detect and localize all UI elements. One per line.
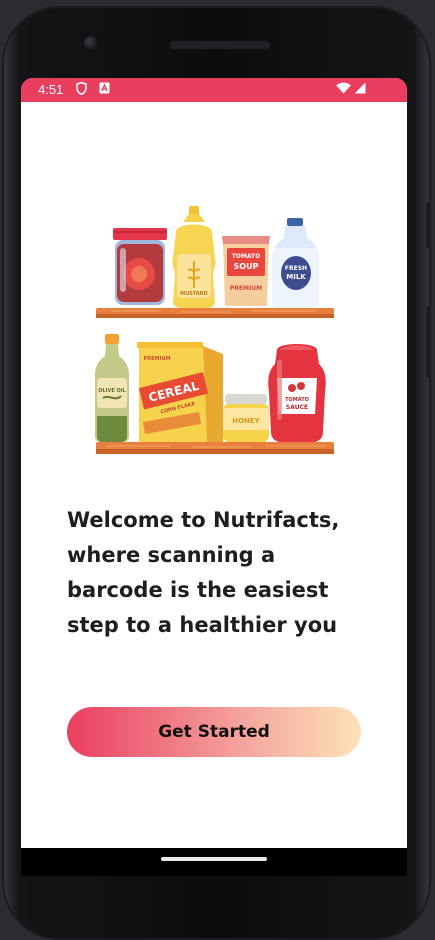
- svg-text:TOMATO: TOMATO: [232, 253, 261, 260]
- svg-text:MILK: MILK: [286, 273, 306, 281]
- power-button[interactable]: [426, 202, 431, 248]
- welcome-line-4: step to a healthier you: [67, 613, 338, 637]
- volume-button[interactable]: [426, 306, 431, 378]
- status-time: 4:51: [38, 82, 64, 97]
- jam-jar: [113, 228, 167, 305]
- wifi-icon: [336, 82, 351, 97]
- top-shelf: MUSTARD TOMATO SOUP PREMIUM FRESH MILK: [96, 206, 334, 318]
- device: 4:51 MUSTARD TOMATO SOUP PREMIUM FRESH M…: [0, 0, 435, 940]
- home-indicator[interactable]: [161, 857, 267, 861]
- welcome-message: Welcome to Nutrifacts, where scanning a …: [67, 503, 367, 643]
- app-screen: 4:51 MUSTARD TOMATO SOUP PREMIUM FRESH M…: [21, 78, 407, 848]
- honey-jar: HONEY: [223, 394, 269, 442]
- bottom-shelf: OLIVE OIL PREMIUM CEREAL CORN FLAKE HONE…: [95, 334, 334, 454]
- welcome-line-1: Welcome to Nutrifacts,: [67, 508, 340, 532]
- get-started-button[interactable]: Get Started: [67, 707, 361, 757]
- cereal-box: PREMIUM CEREAL CORN FLAKE: [137, 342, 223, 442]
- pantry-shelves-illustration: MUSTARD TOMATO SOUP PREMIUM FRESH MILK O…: [95, 206, 334, 454]
- status-bar: 4:51: [21, 78, 407, 102]
- front-camera: [84, 36, 98, 50]
- olive-oil-bottle: OLIVE OIL: [95, 334, 129, 442]
- svg-text:TOMATO: TOMATO: [285, 397, 309, 403]
- svg-text:PREMIUM: PREMIUM: [144, 356, 171, 362]
- tomato-sauce-bottle: TOMATO SAUCE: [268, 344, 326, 442]
- tomato-soup-box: TOMATO SOUP PREMIUM: [222, 236, 270, 306]
- svg-text:SOUP: SOUP: [234, 262, 259, 271]
- svg-text:FRESH: FRESH: [285, 265, 307, 272]
- navigation-bar: [21, 848, 407, 876]
- milk-bottle: FRESH MILK: [272, 218, 319, 308]
- welcome-line-2: where scanning a: [67, 543, 276, 567]
- svg-text:MUSTARD: MUSTARD: [180, 291, 208, 297]
- svg-text:OLIVE OIL: OLIVE OIL: [98, 388, 126, 394]
- svg-text:PREMIUM: PREMIUM: [230, 285, 262, 292]
- mustard-bottle: MUSTARD: [172, 206, 216, 308]
- svg-text:HONEY: HONEY: [232, 417, 260, 425]
- signal-icon: [354, 82, 366, 97]
- welcome-line-3: barcode is the easiest: [67, 578, 329, 602]
- a-icon: [99, 82, 110, 97]
- earpiece-speaker: [170, 41, 270, 49]
- svg-text:SAUCE: SAUCE: [286, 404, 308, 411]
- shield-icon: [76, 81, 87, 98]
